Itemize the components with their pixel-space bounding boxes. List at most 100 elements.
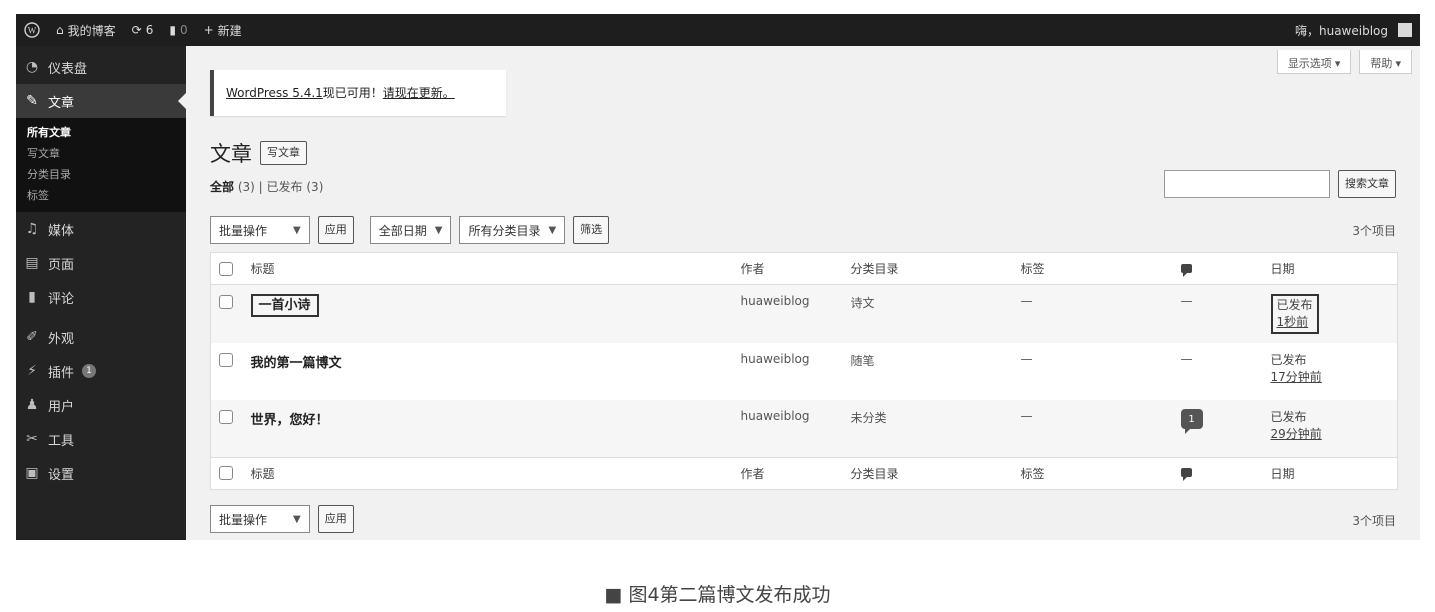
menu-comments[interactable]: ▮ 评论: [16, 280, 186, 314]
add-new-post-button[interactable]: 写文章: [260, 141, 307, 165]
wordpress-logo-icon[interactable]: W: [16, 14, 48, 46]
menu-label: 仪表盘: [48, 61, 88, 77]
filter-all-count: (3): [237, 180, 255, 194]
updates-menu[interactable]: ⟳ 6: [124, 14, 162, 46]
menu-label: 媒体: [48, 223, 75, 239]
row-checkbox[interactable]: [219, 409, 233, 424]
menu-posts[interactable]: ✎ 文章: [16, 84, 186, 118]
menu-settings[interactable]: ▣ 设置: [16, 456, 186, 490]
tablenav-bottom: 批量操作 ▼ 应用: [210, 505, 354, 533]
wordpress-version-link[interactable]: WordPress 5.4.1: [226, 86, 323, 100]
post-comments: —: [1180, 352, 1193, 366]
admin-sidebar: ◔ 仪表盘 ✎ 文章 所有文章 写文章 分类目录 标签 ♫ 媒体 ▤ 页面 ▮ …: [16, 46, 186, 540]
menu-pages[interactable]: ▤ 页面: [16, 246, 186, 280]
new-label: 新建: [217, 23, 242, 38]
select-all-checkbox[interactable]: [219, 261, 233, 276]
menu-appearance[interactable]: ✐ 外观: [16, 320, 186, 354]
column-date[interactable]: 日期: [1262, 252, 1398, 285]
comment-count-bubble[interactable]: 1: [1180, 409, 1203, 434]
pin-icon: ✎: [26, 93, 38, 109]
svg-text:W: W: [28, 26, 37, 36]
post-category[interactable]: 未分类: [843, 400, 1013, 457]
search-box: 搜索文章: [1164, 170, 1396, 198]
post-author[interactable]: huaweiblog: [733, 343, 843, 400]
search-posts-button[interactable]: 搜索文章: [1338, 170, 1396, 198]
admin-bar: W ⌂ 我的博客 ⟳ 6 ▮ 0 + 新建 嗨，huaweiblog: [16, 14, 1420, 46]
media-icon: ♫: [25, 221, 39, 237]
apply-button[interactable]: 应用: [317, 216, 354, 244]
greeting: 嗨，huaweiblog: [1294, 23, 1388, 38]
plugin-update-badge: 1: [82, 364, 97, 378]
user-icon: ♟: [25, 397, 39, 413]
bulk-action-value: 批量操作: [219, 512, 268, 527]
column-tags: 标签: [1012, 252, 1173, 285]
submenu-categories[interactable]: 分类目录: [16, 164, 186, 185]
table-footer-row: 标题 作者 分类目录 标签 日期: [210, 456, 1398, 489]
category-filter-select[interactable]: 所有分类目录 ▼: [459, 216, 566, 244]
column-comments[interactable]: [1172, 456, 1263, 489]
table-row: 一首小诗 huaweiblog 诗文 — — 已发布 1秒前: [210, 284, 1398, 344]
filter-published-count: (3): [306, 180, 324, 194]
post-title-link[interactable]: 世界，您好！: [251, 413, 329, 428]
post-status: 已发布: [1276, 298, 1313, 312]
column-title[interactable]: 标题: [242, 252, 733, 285]
help-label: 帮助: [1370, 58, 1393, 70]
bulk-action-select[interactable]: 批量操作 ▼: [210, 216, 310, 244]
plugin-icon: ⚡: [27, 363, 37, 379]
filter-published-link[interactable]: 已发布: [267, 180, 303, 194]
menu-dashboard[interactable]: ◔ 仪表盘: [16, 50, 186, 84]
apply-button[interactable]: 应用: [317, 505, 354, 533]
plus-icon: +: [203, 23, 214, 37]
column-comments[interactable]: [1172, 252, 1263, 285]
submenu-add-new[interactable]: 写文章: [16, 143, 186, 164]
date-filter-select[interactable]: 全部日期 ▼: [369, 216, 452, 244]
column-categories: 分类目录: [842, 252, 1013, 285]
item-count-bottom: 3个项目: [1352, 514, 1396, 528]
column-date[interactable]: 日期: [1262, 456, 1398, 489]
separator: |: [258, 180, 267, 194]
select-all-checkbox[interactable]: [219, 466, 233, 481]
menu-label: 设置: [48, 467, 75, 483]
date-filter-value: 全部日期: [378, 223, 427, 238]
post-date-value: 29分钟前: [1270, 427, 1322, 441]
column-title[interactable]: 标题: [242, 456, 733, 489]
post-title-link[interactable]: 我的第一篇博文: [251, 356, 342, 371]
column-author: 作者: [732, 252, 843, 285]
post-title-link[interactable]: 一首小诗: [250, 294, 319, 317]
current-indicator: [178, 93, 186, 109]
menu-tools[interactable]: ✂ 工具: [16, 422, 186, 456]
search-posts-input[interactable]: [1164, 170, 1330, 198]
menu-users[interactable]: ♟ 用户: [16, 388, 186, 422]
row-checkbox[interactable]: [219, 294, 233, 309]
bulk-action-select[interactable]: 批量操作 ▼: [210, 505, 310, 533]
site-name-menu[interactable]: ⌂ 我的博客: [48, 14, 124, 46]
row-checkbox[interactable]: [219, 352, 233, 367]
menu-media[interactable]: ♫ 媒体: [16, 212, 186, 246]
column-categories: 分类目录: [842, 456, 1013, 489]
category-filter-value: 所有分类目录: [468, 223, 541, 238]
help-button[interactable]: 帮助 ▾: [1359, 50, 1412, 74]
my-account-menu[interactable]: 嗨，huaweiblog: [1287, 14, 1420, 46]
menu-plugins[interactable]: ⚡ 插件 1: [16, 354, 186, 388]
post-category[interactable]: 诗文: [843, 285, 1013, 344]
new-content-menu[interactable]: + 新建: [196, 14, 250, 46]
posts-table: 标题 作者 分类目录 标签 日期 一首小诗 huaweiblog 诗文 — — …: [210, 252, 1398, 490]
post-author[interactable]: huaweiblog: [733, 285, 843, 344]
item-count-top: 3个项目: [1352, 224, 1396, 238]
post-author[interactable]: huaweiblog: [733, 400, 843, 457]
chevron-down-icon: ▼: [434, 224, 443, 236]
post-comments: —: [1180, 294, 1193, 308]
menu-label: 外观: [48, 331, 75, 347]
submenu-tags[interactable]: 标签: [16, 185, 186, 206]
comments-menu[interactable]: ▮ 0: [161, 14, 195, 46]
filter-all-link[interactable]: 全部: [210, 180, 234, 194]
update-now-link[interactable]: 请现在更新。: [383, 86, 455, 100]
tablenav-top: 批量操作 ▼ 应用 全部日期 ▼ 所有分类目录 ▼ 筛选: [210, 216, 610, 244]
submenu-all-posts[interactable]: 所有文章: [16, 122, 186, 143]
notice-text: 现已可用！: [322, 86, 383, 100]
screen-options-button[interactable]: 显示选项 ▾: [1276, 50, 1352, 74]
dashboard-icon: ◔: [25, 59, 39, 75]
post-category[interactable]: 随笔: [843, 343, 1013, 400]
settings-icon: ▣: [25, 465, 39, 481]
filter-button[interactable]: 筛选: [573, 216, 610, 244]
